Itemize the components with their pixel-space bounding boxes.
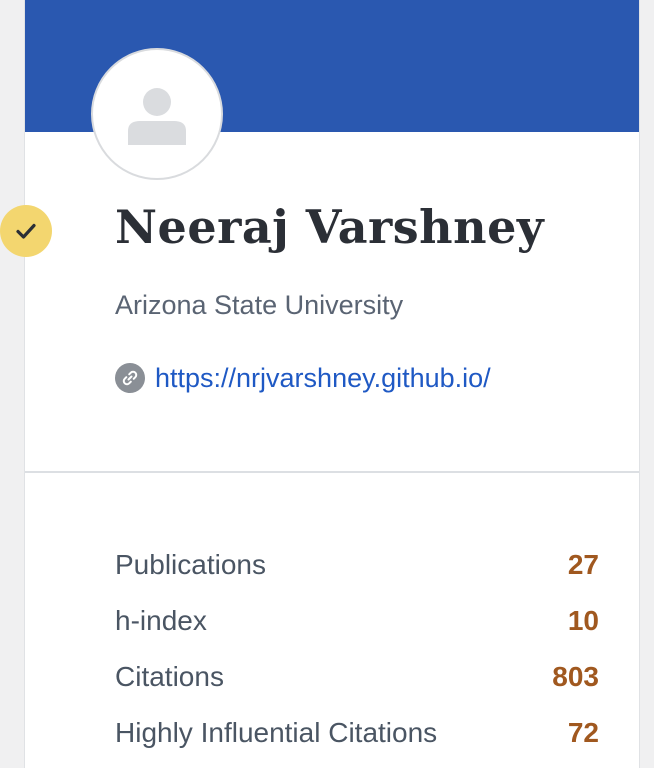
homepage-link[interactable]: https://nrjvarshney.github.io/ (155, 363, 491, 394)
stat-value: 803 (552, 661, 599, 692)
user-placeholder-icon (128, 88, 186, 145)
stat-label: Highly Influential Citations (115, 717, 438, 748)
stat-row-highly-influential-citations: Highly Influential Citations 72 (115, 705, 599, 761)
homepage-link-row[interactable]: https://nrjvarshney.github.io/ (115, 360, 491, 396)
author-affiliation: Arizona State University (115, 290, 404, 320)
verified-badge (0, 205, 52, 257)
stat-label: Publications (115, 549, 266, 580)
author-card: Neeraj Varshney Arizona State University… (24, 0, 640, 768)
stat-label: h-index (115, 605, 207, 636)
check-icon (16, 223, 36, 239)
stat-row-h-index: h-index 10 (115, 593, 599, 649)
stat-row-publications: Publications 27 (115, 537, 599, 593)
stat-row-citations: Citations 803 (115, 649, 599, 705)
section-divider (25, 471, 639, 473)
avatar (91, 48, 223, 180)
stat-value: 10 (567, 605, 599, 636)
author-name: Neeraj Varshney (115, 200, 545, 254)
stat-label: Citations (115, 661, 224, 692)
stat-value: 27 (567, 549, 599, 580)
author-stats: Publications 27 h-index 10 Citations 803… (115, 537, 599, 761)
stat-value: 72 (567, 717, 599, 748)
link-icon (115, 363, 145, 393)
